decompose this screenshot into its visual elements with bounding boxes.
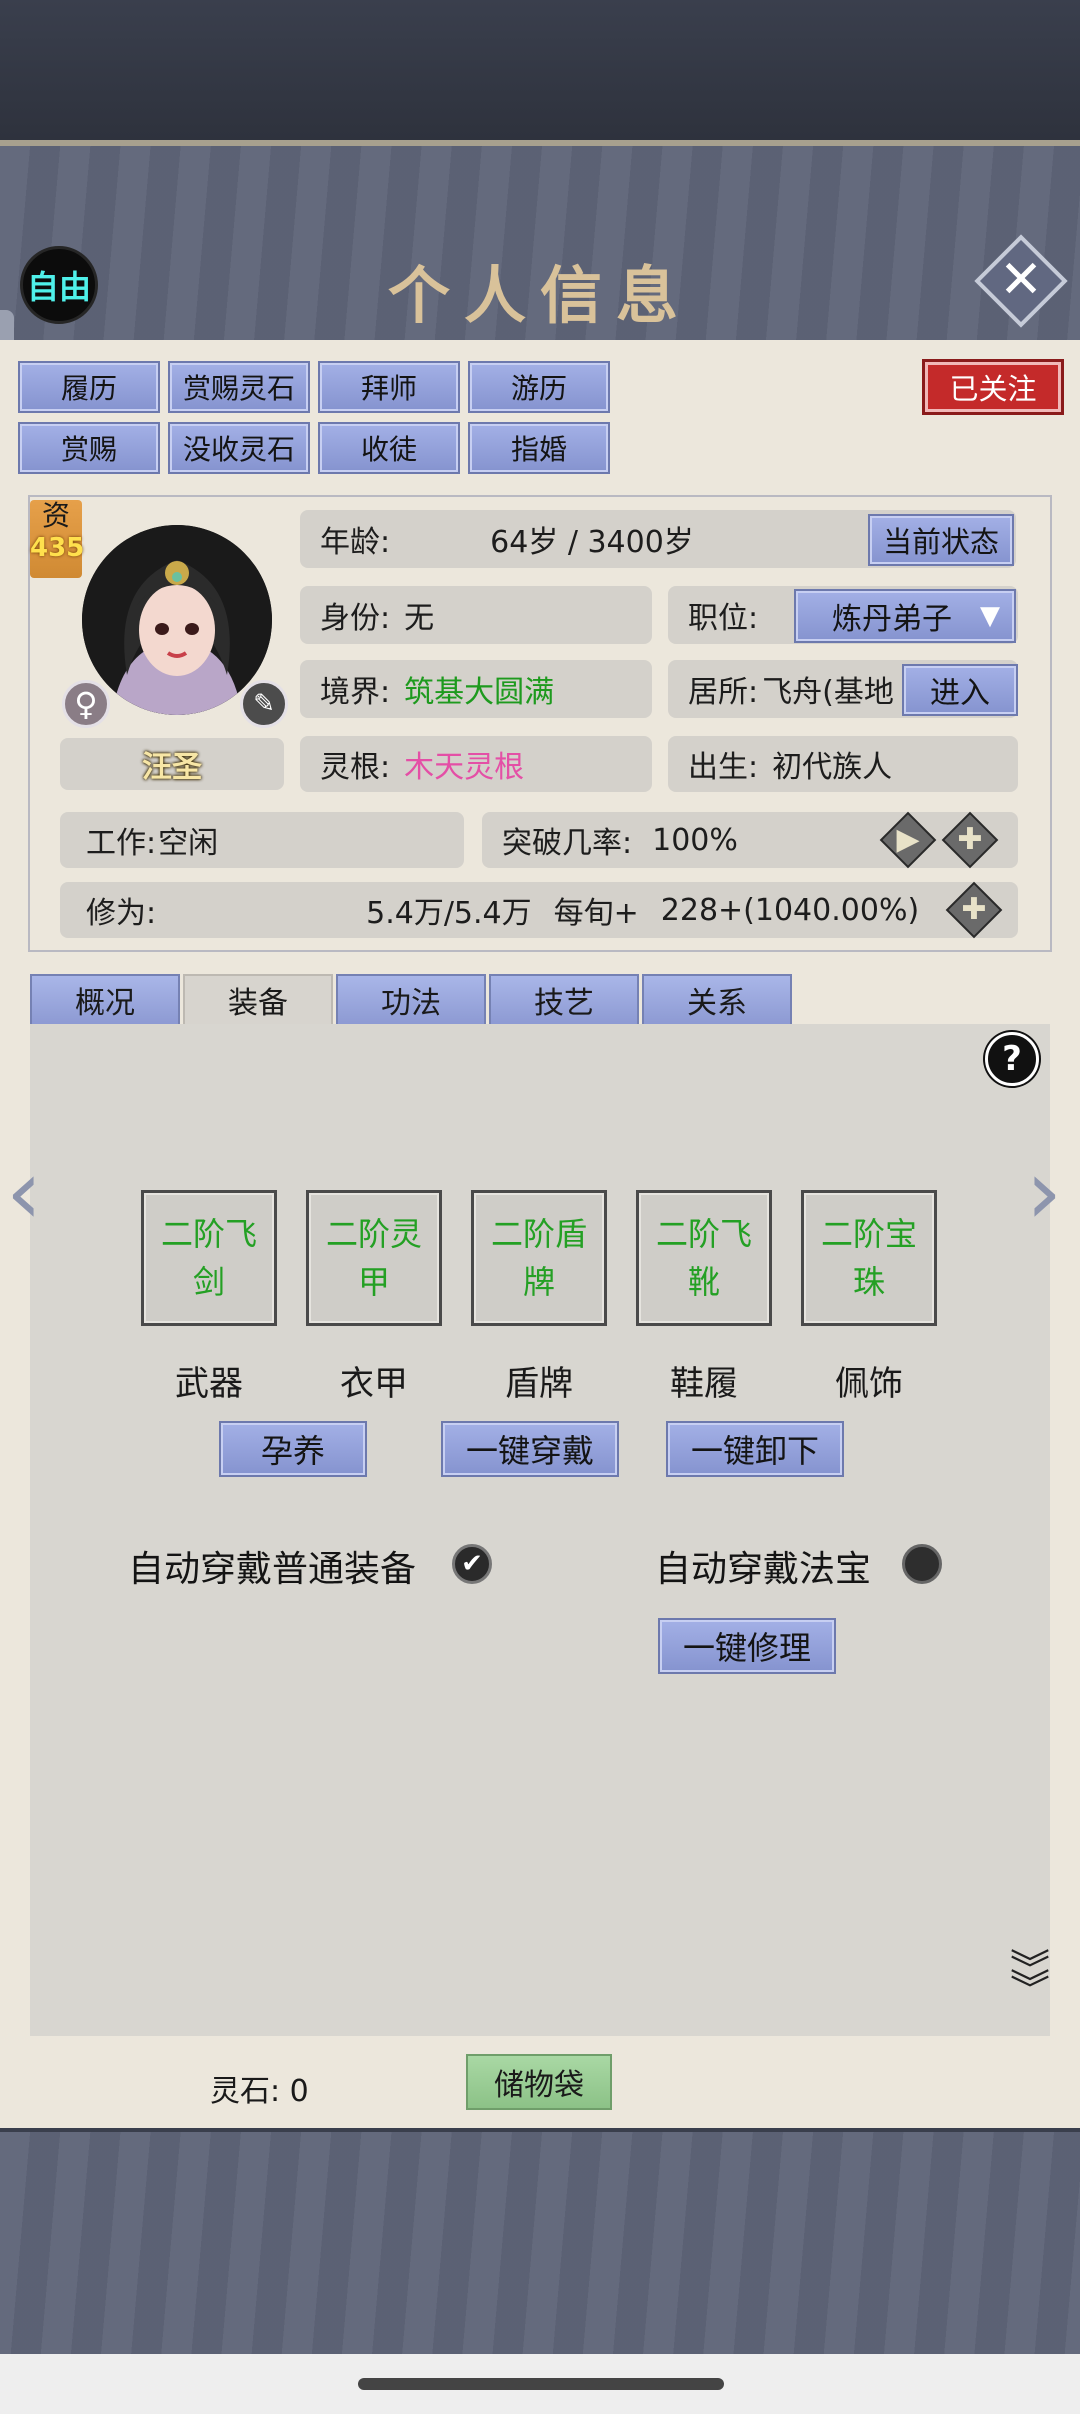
- spirit-root-field: 灵根: 木天灵根: [300, 736, 652, 792]
- enter-button[interactable]: 进入: [902, 664, 1018, 716]
- female-icon: ♀: [62, 680, 110, 728]
- spirit-stone-label: 灵石:: [210, 2074, 281, 2109]
- breakthrough-label: 突破几率:: [502, 826, 633, 861]
- identity-label: 身份:: [320, 601, 391, 636]
- tab-equipment[interactable]: 装备: [183, 974, 333, 1026]
- per-turn-value: 228+(1040.00%): [660, 892, 920, 928]
- per-turn-label: 每旬+: [553, 896, 639, 931]
- residence-label: 居所:: [688, 675, 759, 710]
- birth-label: 出生:: [688, 750, 759, 785]
- work-value: 空闲: [158, 826, 219, 861]
- chevron-left-icon[interactable]: ‹: [6, 1140, 42, 1245]
- double-chevron-down-icon[interactable]: ︾ ︾: [1010, 1950, 1050, 2010]
- repair-all-button[interactable]: 一键修理: [658, 1618, 836, 1674]
- confiscate-stones-button[interactable]: 没收灵石: [168, 422, 310, 474]
- character-portrait-image: [82, 525, 272, 715]
- auto-equip-treasure-label: 自动穿戴法宝: [655, 1549, 872, 1590]
- play-icon[interactable]: ▶: [888, 818, 928, 860]
- character-name[interactable]: 汪圣: [60, 738, 284, 790]
- cultivation-field: 修为: 5.4万/5.4万 每旬+ 228+(1040.00%): [60, 882, 1018, 938]
- tab-overview[interactable]: 概况: [30, 974, 180, 1026]
- accessory-slot-label: 佩饰: [835, 1364, 903, 1404]
- age-value: 64岁 / 3400岁: [490, 525, 694, 560]
- age-label: 年龄:: [320, 525, 391, 560]
- position-value: 炼丹弟子: [832, 602, 952, 637]
- realm-field: 境界: 筑基大圆满: [300, 660, 652, 718]
- aptitude-value: 435: [30, 533, 85, 563]
- boots-slot[interactable]: 二阶飞靴: [636, 1190, 772, 1326]
- position-label: 职位:: [688, 601, 759, 636]
- residence-value: 飞舟(基地: [762, 675, 894, 710]
- auto-equip-normal-checkbox[interactable]: ✔: [452, 1544, 492, 1584]
- realm-label: 境界:: [320, 675, 391, 710]
- help-icon[interactable]: ?: [985, 1032, 1039, 1086]
- tab-techniques[interactable]: 功法: [336, 974, 486, 1026]
- plus-icon[interactable]: ✚: [954, 888, 994, 930]
- birth-field: 出生: 初代族人: [668, 736, 1018, 792]
- auto-toggle-button[interactable]: 自由: [20, 246, 98, 324]
- equipment-content-area: [30, 1024, 1050, 2036]
- take-disciple-button[interactable]: 收徒: [318, 422, 460, 474]
- home-indicator[interactable]: [358, 2378, 724, 2390]
- storage-bag-button[interactable]: 储物袋: [466, 2054, 612, 2110]
- reward-button[interactable]: 赏赐: [18, 422, 160, 474]
- position-dropdown[interactable]: 炼丹弟子 ▼: [794, 589, 1016, 643]
- tab-skills[interactable]: 技艺: [489, 974, 639, 1026]
- page-title: 个人信息: [387, 259, 692, 332]
- aptitude-label: 资: [41, 499, 70, 532]
- travel-button[interactable]: 游历: [468, 361, 610, 413]
- avatar[interactable]: [82, 525, 272, 715]
- reward-stones-button[interactable]: 赏赐灵石: [168, 361, 310, 413]
- equip-all-button[interactable]: 一键穿戴: [441, 1421, 619, 1477]
- work-field: 工作: 空闲: [60, 812, 464, 868]
- check-icon: ✔: [461, 1549, 483, 1579]
- arrange-marriage-button[interactable]: 指婚: [468, 422, 610, 474]
- work-label: 工作:: [86, 826, 157, 861]
- edit-brush-icon[interactable]: ✎: [240, 680, 288, 728]
- current-status-button[interactable]: 当前状态: [868, 514, 1014, 566]
- armor-slot[interactable]: 二阶灵甲: [306, 1190, 442, 1326]
- aptitude-badge: 资 435: [30, 499, 85, 578]
- identity-value: 无: [404, 601, 435, 636]
- chevron-down-icon: ▼: [980, 601, 1000, 631]
- history-button[interactable]: 履历: [18, 361, 160, 413]
- weapon-slot[interactable]: 二阶飞剑: [141, 1190, 277, 1326]
- spirit-root-label: 灵根:: [320, 750, 391, 785]
- shield-slot-label: 盾牌: [505, 1364, 573, 1404]
- spirit-root-value: 木天灵根: [404, 750, 525, 785]
- follow-badge-button[interactable]: 已关注: [925, 362, 1061, 412]
- birth-value: 初代族人: [772, 750, 893, 785]
- breakthrough-field: 突破几率: 100%: [482, 812, 1018, 868]
- boots-slot-label: 鞋履: [670, 1364, 738, 1404]
- plus-icon[interactable]: ✚: [950, 818, 990, 860]
- top-background: [0, 0, 1080, 140]
- cultivation-label: 修为:: [86, 896, 157, 931]
- armor-slot-label: 衣甲: [340, 1364, 408, 1404]
- close-icon[interactable]: ✕: [985, 244, 1057, 316]
- breakthrough-value: 100%: [652, 822, 738, 858]
- realm-value: 筑基大圆满: [404, 675, 555, 710]
- shield-slot[interactable]: 二阶盾牌: [471, 1190, 607, 1326]
- spirit-stone-value: 0: [289, 2074, 309, 2109]
- cultivation-value: 5.4万/5.4万: [366, 896, 532, 931]
- spirit-stone-count: 灵石: 0: [210, 2066, 309, 2110]
- auto-equip-treasure-toggle[interactable]: [902, 1544, 942, 1584]
- accessory-slot[interactable]: 二阶宝珠: [801, 1190, 937, 1326]
- chevron-right-icon[interactable]: ›: [1026, 1140, 1062, 1245]
- weapon-slot-label: 武器: [175, 1364, 243, 1404]
- take-master-button[interactable]: 拜师: [318, 361, 460, 413]
- auto-equip-normal-label: 自动穿戴普通装备: [128, 1549, 417, 1590]
- nurture-button[interactable]: 孕养: [219, 1421, 367, 1477]
- identity-field: 身份: 无: [300, 586, 652, 644]
- unequip-all-button[interactable]: 一键卸下: [666, 1421, 844, 1477]
- tab-relations[interactable]: 关系: [642, 974, 792, 1026]
